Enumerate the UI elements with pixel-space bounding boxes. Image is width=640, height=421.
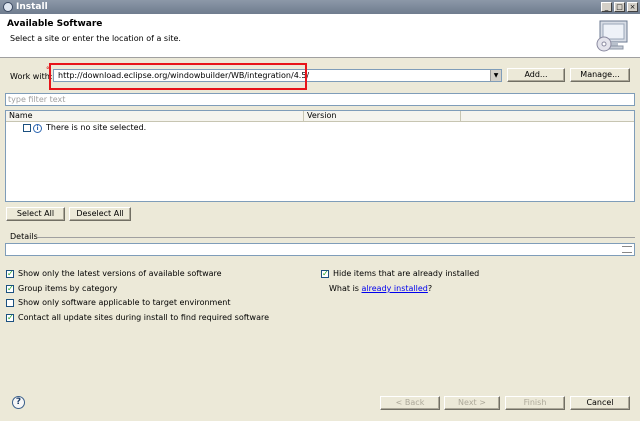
title-bar: Install _ □ × — [0, 0, 640, 14]
what-is-installed-text: What is already installed? — [329, 284, 432, 294]
details-divider — [38, 237, 635, 238]
maximize-button[interactable]: □ — [614, 2, 625, 12]
add-site-button[interactable]: Add... — [507, 68, 565, 82]
group-by-category-checkbox[interactable] — [6, 284, 14, 293]
tree-row[interactable]: i There is no site selected. — [6, 123, 634, 134]
what-is-suffix: ? — [427, 284, 433, 293]
wizard-banner: Available Software Select a site or ente… — [0, 14, 640, 58]
tree-header: Name Version — [6, 111, 634, 122]
no-site-message: There is no site selected. — [46, 123, 147, 132]
resize-grip-icon[interactable] — [622, 246, 632, 253]
manage-sites-button[interactable]: Manage... — [570, 68, 630, 82]
window-title: Install — [16, 2, 48, 12]
software-tree[interactable]: Name Version i There is no site selected… — [5, 110, 635, 202]
latest-versions-checkbox[interactable] — [6, 269, 14, 278]
contact-update-sites-label: Contact all update sites during install … — [18, 313, 270, 322]
target-environment-label: Show only software applicable to target … — [18, 298, 231, 307]
details-label: Details — [10, 232, 38, 241]
help-icon[interactable]: ? — [12, 396, 25, 409]
next-button[interactable]: Next > — [444, 396, 500, 410]
eclipse-app-icon — [3, 2, 13, 12]
tree-row-checkbox[interactable] — [23, 124, 31, 132]
page-title: Available Software — [7, 19, 103, 29]
target-environment-checkbox[interactable] — [6, 299, 14, 307]
hide-installed-label: Hide items that are already installed — [333, 269, 480, 278]
column-header-version[interactable]: Version — [304, 111, 461, 121]
install-monitor-icon — [596, 20, 628, 52]
finish-button[interactable]: Finish — [505, 396, 565, 410]
close-button[interactable]: × — [627, 2, 638, 12]
cancel-button[interactable]: Cancel — [570, 396, 630, 410]
details-area[interactable] — [5, 243, 635, 256]
contact-update-sites-checkbox[interactable] — [6, 313, 14, 322]
filter-placeholder: type filter text — [8, 95, 66, 104]
back-button[interactable]: < Back — [380, 396, 440, 410]
work-with-combo[interactable]: http://download.eclipse.org/windowbuilde… — [53, 69, 502, 82]
column-header-name[interactable]: Name — [6, 111, 304, 121]
page-description: Select a site or enter the location of a… — [10, 34, 181, 43]
deselect-all-button[interactable]: Deselect All — [69, 207, 131, 221]
latest-versions-label: Show only the latest versions of availab… — [18, 269, 222, 278]
already-installed-link[interactable]: already installed — [362, 284, 428, 293]
hide-installed-checkbox[interactable] — [321, 269, 329, 278]
work-with-url: http://download.eclipse.org/windowbuilde… — [58, 71, 310, 80]
minimize-button[interactable]: _ — [601, 2, 612, 12]
filter-input[interactable]: type filter text — [5, 93, 635, 106]
info-icon: i — [33, 124, 42, 133]
dropdown-arrow-icon[interactable]: ▼ — [490, 70, 501, 81]
what-is-prefix: What is — [329, 284, 362, 293]
error-marker-icon: ° — [46, 66, 50, 74]
select-all-button[interactable]: Select All — [6, 207, 65, 221]
group-by-category-label: Group items by category — [18, 284, 118, 293]
